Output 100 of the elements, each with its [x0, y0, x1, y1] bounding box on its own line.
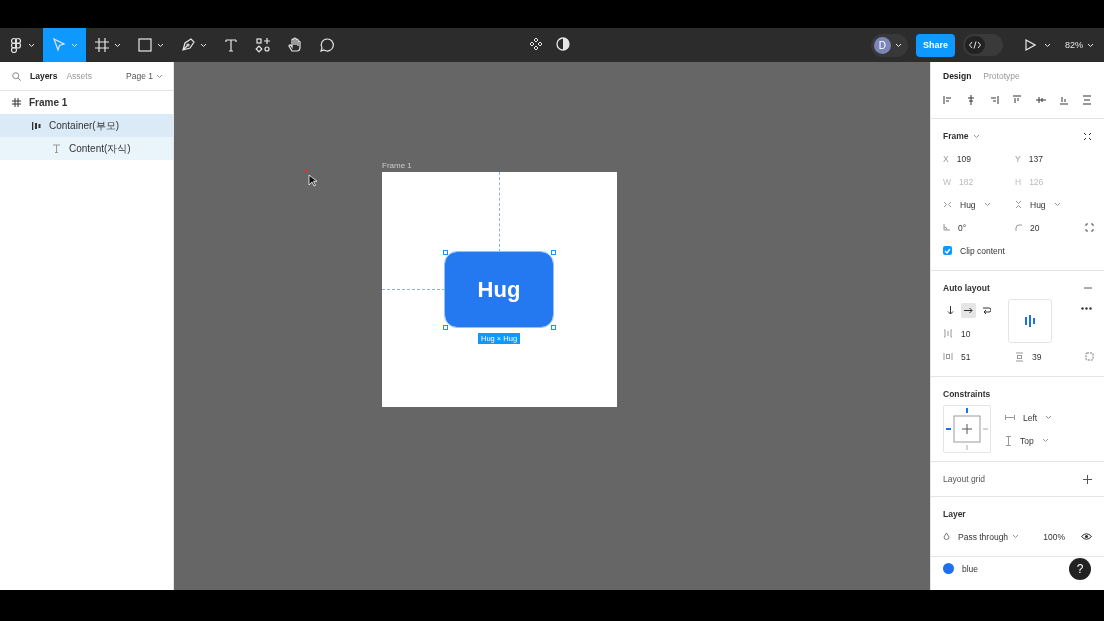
arrow-right-icon [964, 306, 973, 315]
rotation-field[interactable]: 0° [943, 216, 1015, 239]
section-title: Constraints [943, 389, 991, 399]
align-icon[interactable] [1012, 95, 1023, 105]
hug-button[interactable]: Hug [445, 252, 553, 327]
chevron-icon [28, 42, 35, 48]
blend-icon [943, 532, 950, 541]
number-field[interactable]: Y 137 [1015, 147, 1085, 170]
marker-dot [305, 169, 308, 172]
chevron-icon [157, 42, 164, 48]
horizontal-padding-field[interactable]: 51 [943, 345, 1015, 368]
text-icon [223, 37, 239, 53]
vertical-padding-field[interactable]: 39 [1015, 345, 1085, 368]
gap-field[interactable]: 10 [943, 322, 994, 345]
wrap-icon [982, 306, 991, 315]
layer-name: Container(부모) [49, 118, 120, 133]
text-icon [52, 144, 61, 153]
resize-handle[interactable] [443, 325, 448, 330]
chevron-icon [972, 133, 980, 139]
figma-logo-icon [8, 37, 24, 53]
arrow-down-icon [946, 306, 955, 315]
blend-mode-dropdown[interactable]: Pass through [958, 531, 1020, 542]
section-title[interactable]: Frame [943, 131, 980, 141]
component-icon[interactable] [529, 37, 543, 51]
chevron-icon [114, 42, 121, 48]
frame-icon [12, 98, 21, 107]
height-mode-field[interactable]: Hug [1015, 193, 1085, 216]
chevron-icon [156, 73, 163, 79]
panel-tab[interactable]: Design [943, 71, 972, 81]
panel-tab[interactable]: Layers [30, 71, 58, 81]
align-icon[interactable] [1058, 95, 1069, 105]
code-icon [969, 41, 981, 49]
align-icon[interactable] [943, 95, 953, 105]
gap-icon [943, 329, 953, 338]
alignment-grid[interactable] [1008, 299, 1052, 343]
section-title: Layer [943, 509, 966, 519]
autolayout-icon [32, 121, 41, 130]
align-icon[interactable] [966, 95, 977, 105]
alignment-bars-icon [1023, 315, 1037, 327]
play-icon[interactable] [1025, 39, 1036, 51]
chevron-icon [71, 42, 78, 48]
resize-to-fit-icon[interactable] [1083, 131, 1092, 141]
avatar-button[interactable]: D [870, 33, 908, 57]
align-icon[interactable] [1035, 95, 1046, 105]
align-icon[interactable] [1081, 95, 1092, 105]
corner-radius-icon [1015, 224, 1022, 231]
vertical-constraint[interactable]: Top [1005, 429, 1053, 452]
frame-label[interactable]: Frame 1 [382, 161, 412, 170]
vertical-constraint-icon [1005, 435, 1012, 446]
opacity-field[interactable]: 100% [1043, 531, 1065, 542]
layer-row[interactable]: Content(자식) [0, 137, 173, 160]
horizontal-constraint-icon [1005, 414, 1015, 421]
width-mode-field[interactable]: Hug [943, 193, 1015, 216]
chevron-icon [1012, 534, 1020, 539]
resize-handle[interactable] [443, 250, 448, 255]
hug-height-icon [1015, 200, 1022, 209]
fill-name: blue [962, 563, 979, 574]
comment-icon [319, 37, 335, 53]
chevron-icon [200, 42, 207, 48]
horizontal-constraint[interactable]: Left [1005, 406, 1053, 429]
layer-row[interactable]: Container(부모) [0, 114, 173, 137]
layer-name: Content(자식) [69, 141, 131, 156]
help-button[interactable]: ? [1069, 558, 1091, 580]
chevron-icon [983, 202, 991, 207]
section-title: Layout grid [943, 474, 986, 484]
align-icon[interactable] [989, 95, 1000, 105]
layer-name: Frame 1 [29, 97, 68, 108]
hand-icon [287, 37, 303, 53]
checkbox[interactable] [943, 246, 952, 255]
chevron-icon [1041, 438, 1049, 443]
chevron-icon [1045, 415, 1053, 420]
corners-icon[interactable] [1085, 223, 1094, 232]
cursor-icon [308, 174, 318, 187]
more-icon[interactable] [1081, 307, 1092, 310]
hug-width-icon [943, 201, 952, 208]
section-title: Auto layout [943, 283, 990, 293]
pen-icon [180, 37, 196, 53]
number-field[interactable]: X 109 [943, 147, 1015, 170]
direction-button[interactable] [961, 303, 976, 318]
chevron-icon [1087, 42, 1094, 48]
contrast-icon[interactable] [556, 37, 570, 51]
zoom-menu[interactable]: 82% [1065, 40, 1094, 50]
resize-handle[interactable] [551, 250, 556, 255]
clip-content-checkbox[interactable]: Clip content [943, 239, 1092, 262]
radius-field[interactable]: 20 [1015, 216, 1085, 239]
add-icon[interactable] [1083, 474, 1092, 484]
rectangle-icon [137, 37, 153, 53]
page-selector[interactable]: Page 1 [126, 71, 163, 81]
cursor-icon [51, 37, 67, 53]
eye-icon[interactable] [1081, 533, 1092, 540]
color-swatch[interactable] [943, 563, 954, 574]
dev-mode-toggle[interactable] [963, 34, 1003, 56]
angle-icon [943, 224, 950, 231]
chevron-icon [1053, 202, 1061, 207]
search-icon[interactable] [12, 71, 21, 81]
layer-row[interactable]: Frame 1 [0, 91, 173, 114]
chevron-icon [894, 42, 902, 48]
chevron-icon [1044, 42, 1051, 48]
resize-handle[interactable] [551, 325, 556, 330]
frame-icon [94, 37, 110, 53]
